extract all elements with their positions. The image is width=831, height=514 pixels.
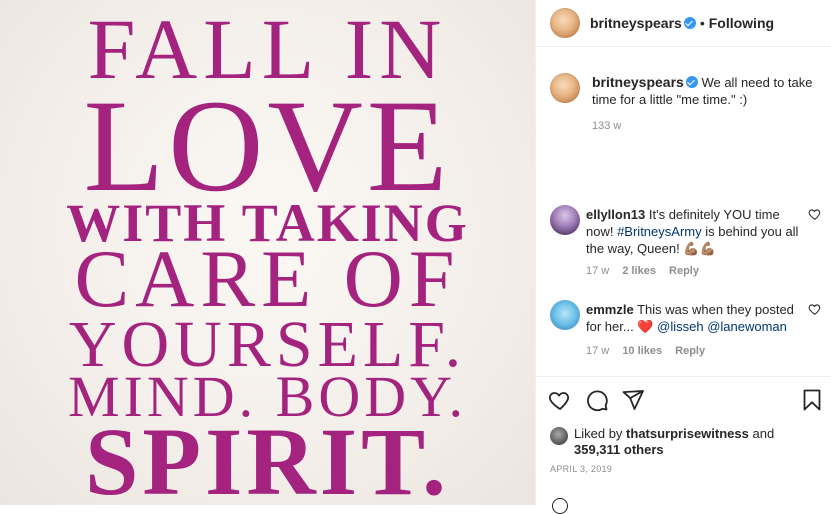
quote-graphic: FALL IN LOVE WITH TAKING CARE OF YOURSEL… [0,0,535,505]
commenter-avatar[interactable] [550,205,580,235]
post-header: britneyspears • Following [536,0,831,47]
likes-count[interactable]: 359,311 others [574,442,664,457]
heart-icon[interactable] [548,388,572,412]
author-avatar[interactable] [550,8,580,38]
header-line: britneyspears • Following [590,15,774,31]
caption-text: britneyspears We all need to take time f… [592,74,818,108]
caption-avatar[interactable] [550,73,580,103]
action-bar [536,376,831,423]
verified-badge-icon [685,76,698,88]
header-separator: • [699,15,705,31]
comment-like-heart-icon[interactable] [808,302,822,316]
comment-meta: 17 w 2 likes Reply [586,265,709,277]
comment-like-heart-icon[interactable] [808,207,822,221]
post-sidebar: britneyspears • Following britneyspears We… [535,0,831,514]
comment-username[interactable]: ellyllon13 [586,207,645,222]
reply-button[interactable]: Reply [675,345,705,357]
comment-text: emmzle This was when they posted for her… [586,301,810,335]
reply-button[interactable]: Reply [669,265,699,277]
author-username[interactable]: britneyspears [590,15,682,31]
post-image[interactable]: FALL IN LOVE WITH TAKING CARE OF YOURSEL… [0,0,535,505]
add-comment-emoji-icon[interactable] [552,498,568,514]
following-button[interactable]: Following [709,15,774,31]
liker-username[interactable]: thatsurprisewitness [626,426,749,441]
comment-meta: 17 w 10 likes Reply [586,345,715,357]
mention-link[interactable]: @lanewoman [707,319,787,334]
mention-link[interactable]: @lisseh [657,319,703,334]
liker-avatar[interactable] [550,427,568,445]
comment-item: ellyllon13 It's definitely YOU time now!… [550,205,831,277]
verified-badge-icon [683,17,696,29]
commenter-avatar[interactable] [550,300,580,330]
caption-username[interactable]: britneyspears [592,74,684,90]
bookmark-icon[interactable] [800,388,824,412]
comment-username[interactable]: emmzle [586,302,634,317]
quote-line-7: SPIRIT. [85,408,450,506]
comment-item: emmzle This was when they posted for her… [550,300,831,362]
caption-timestamp[interactable]: 133 w [592,120,621,132]
hashtag-link[interactable]: #BritneysArmy [617,224,702,239]
comment-text: ellyllon13 It's definitely YOU time now!… [586,206,810,257]
comment-time[interactable]: 17 w [586,345,609,357]
comment-time[interactable]: 17 w [586,265,609,277]
comment-likes[interactable]: 2 likes [622,265,656,277]
comment-icon[interactable] [585,388,609,412]
likes-prefix: Liked by [574,426,627,441]
likes-text: Liked by thatsurprisewitness and 359,311… [574,426,824,458]
share-icon[interactable] [621,388,645,412]
red-heart-emoji: ❤️ [637,319,654,334]
likes-middle: and [748,426,775,441]
comment-likes[interactable]: 10 likes [622,345,662,357]
post-date[interactable]: APRIL 3, 2019 [550,464,612,474]
